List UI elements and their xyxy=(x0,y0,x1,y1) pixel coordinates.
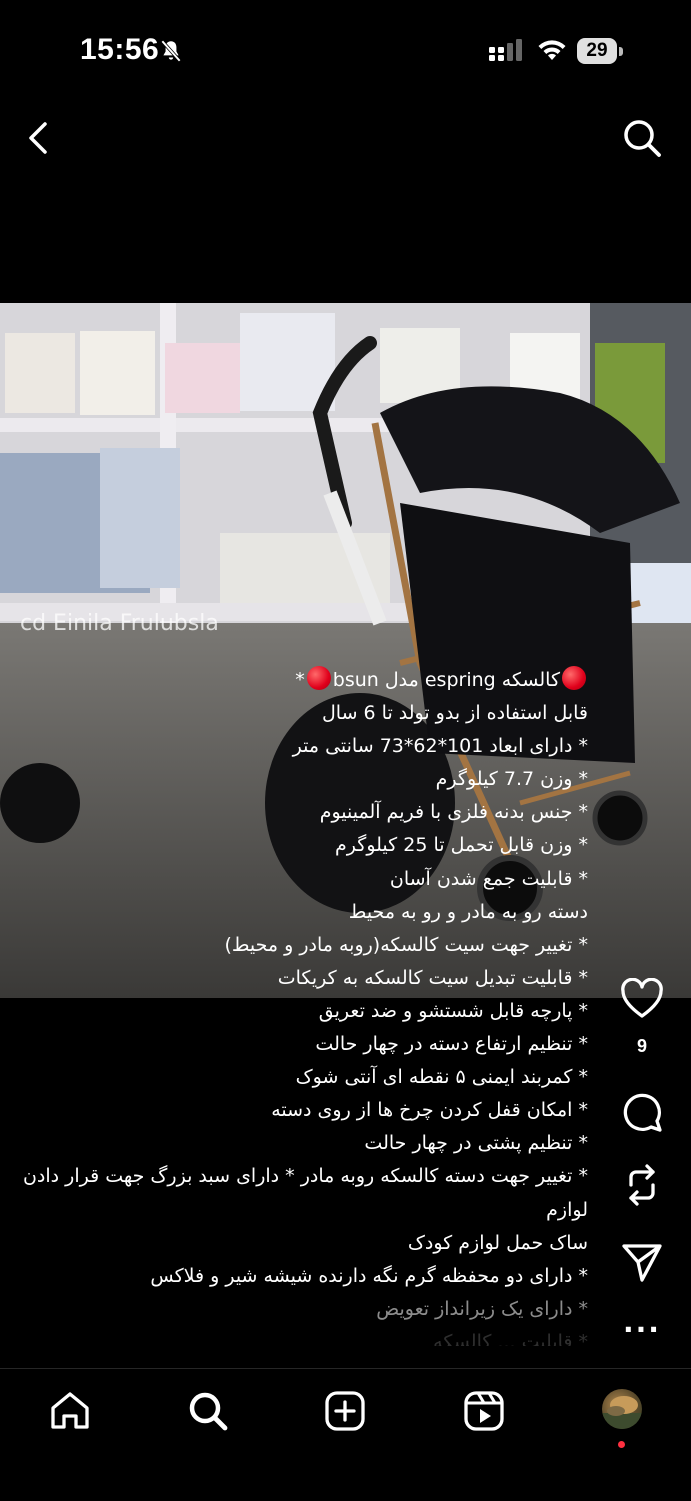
send-icon xyxy=(622,1244,662,1282)
caption-line: * تغییر جهت دسته کالسکه روبه مادر * دارا… xyxy=(22,1165,588,1221)
caption-line: * قابلیت تبدیل سیت کالسکه به کریکات xyxy=(277,966,588,989)
status-bar: 15:56 29 xyxy=(0,0,691,100)
caption-line: * قابلیت ... کالسکه xyxy=(433,1330,588,1346)
caption-line: * امکان قفل کردن چرخ ها از روی دسته xyxy=(271,1099,588,1122)
red-circle-emoji xyxy=(306,666,331,690)
search-icon[interactable] xyxy=(620,116,664,160)
cellular-signal-icon xyxy=(489,39,522,61)
share-button[interactable] xyxy=(612,1240,672,1284)
caption-line: * پارچه قابل شستشو و ضد تعریق xyxy=(318,999,588,1022)
repost-icon xyxy=(629,1164,655,1206)
caption-line: * دارای دو محفظه گرم نگه دارنده شیشه شیر… xyxy=(150,1264,588,1287)
image-overlay-text: cd ‎Einila Frulubsla xyxy=(20,611,219,636)
search-icon[interactable] xyxy=(186,1389,230,1433)
caption-line: * دارای یک زیرانداز تعویض xyxy=(376,1297,588,1320)
like-button[interactable] xyxy=(612,978,672,1022)
caption-line: * وزن 7.7 کیلوگرم xyxy=(435,768,588,791)
profile-avatar[interactable] xyxy=(602,1389,642,1429)
home-icon[interactable] xyxy=(48,1389,92,1433)
comment-button[interactable] xyxy=(612,1090,672,1134)
caption-line: * دارای ابعاد 101*62*73 سانتی متر xyxy=(292,735,588,758)
notification-dot xyxy=(618,1441,625,1448)
create-icon[interactable] xyxy=(323,1389,367,1433)
like-count[interactable]: 9 xyxy=(612,1036,672,1057)
caption-line: * جنس بدنه فلزی با فریم آلمینیوم xyxy=(319,801,588,824)
status-time: 15:56 xyxy=(80,33,160,66)
caption-line: * تنظیم ارتفاع دسته در چهار حالت xyxy=(315,1033,588,1056)
comment-icon xyxy=(623,1093,662,1132)
bell-slash-icon xyxy=(161,40,181,62)
caption-line: * قابلیت جمع شدن آسان xyxy=(389,867,588,890)
battery-level: 29 xyxy=(577,38,617,64)
caption-line: ساک حمل لوازم کودک xyxy=(407,1231,588,1254)
red-circle-emoji xyxy=(562,666,586,690)
bottom-nav xyxy=(0,1368,691,1501)
caption-line: * وزن قابل تحمل تا 25 کیلوگرم xyxy=(335,834,588,857)
caption-line: * تنظیم پشتی در چهار حالت xyxy=(364,1132,588,1155)
caption-line: * تغییر جهت سیت کالسکه(روبه مادر و محیط) xyxy=(224,933,588,956)
top-nav xyxy=(0,100,691,180)
caption-line: * کمربند ایمنی ۵ نقطه ای آنتی شوک xyxy=(295,1066,588,1089)
repost-button[interactable] xyxy=(612,1163,672,1207)
wifi-icon xyxy=(538,40,566,60)
post-caption: کالسکه espring مدل bsun* قابل استفاده از… xyxy=(22,664,588,1346)
caption-line: قابل استفاده از بدو تولد تا 6 سال xyxy=(321,702,588,725)
caption-title: کالسکه espring مدل bsun* xyxy=(22,664,588,697)
caption-line: دسته رو به مادر و رو به محیط xyxy=(348,900,588,923)
chevron-left-icon[interactable] xyxy=(20,116,60,160)
more-icon[interactable]: ... xyxy=(612,1306,672,1339)
reels-icon[interactable] xyxy=(462,1389,506,1433)
heart-icon xyxy=(621,978,663,1018)
battery-icon: 29 xyxy=(577,38,623,64)
